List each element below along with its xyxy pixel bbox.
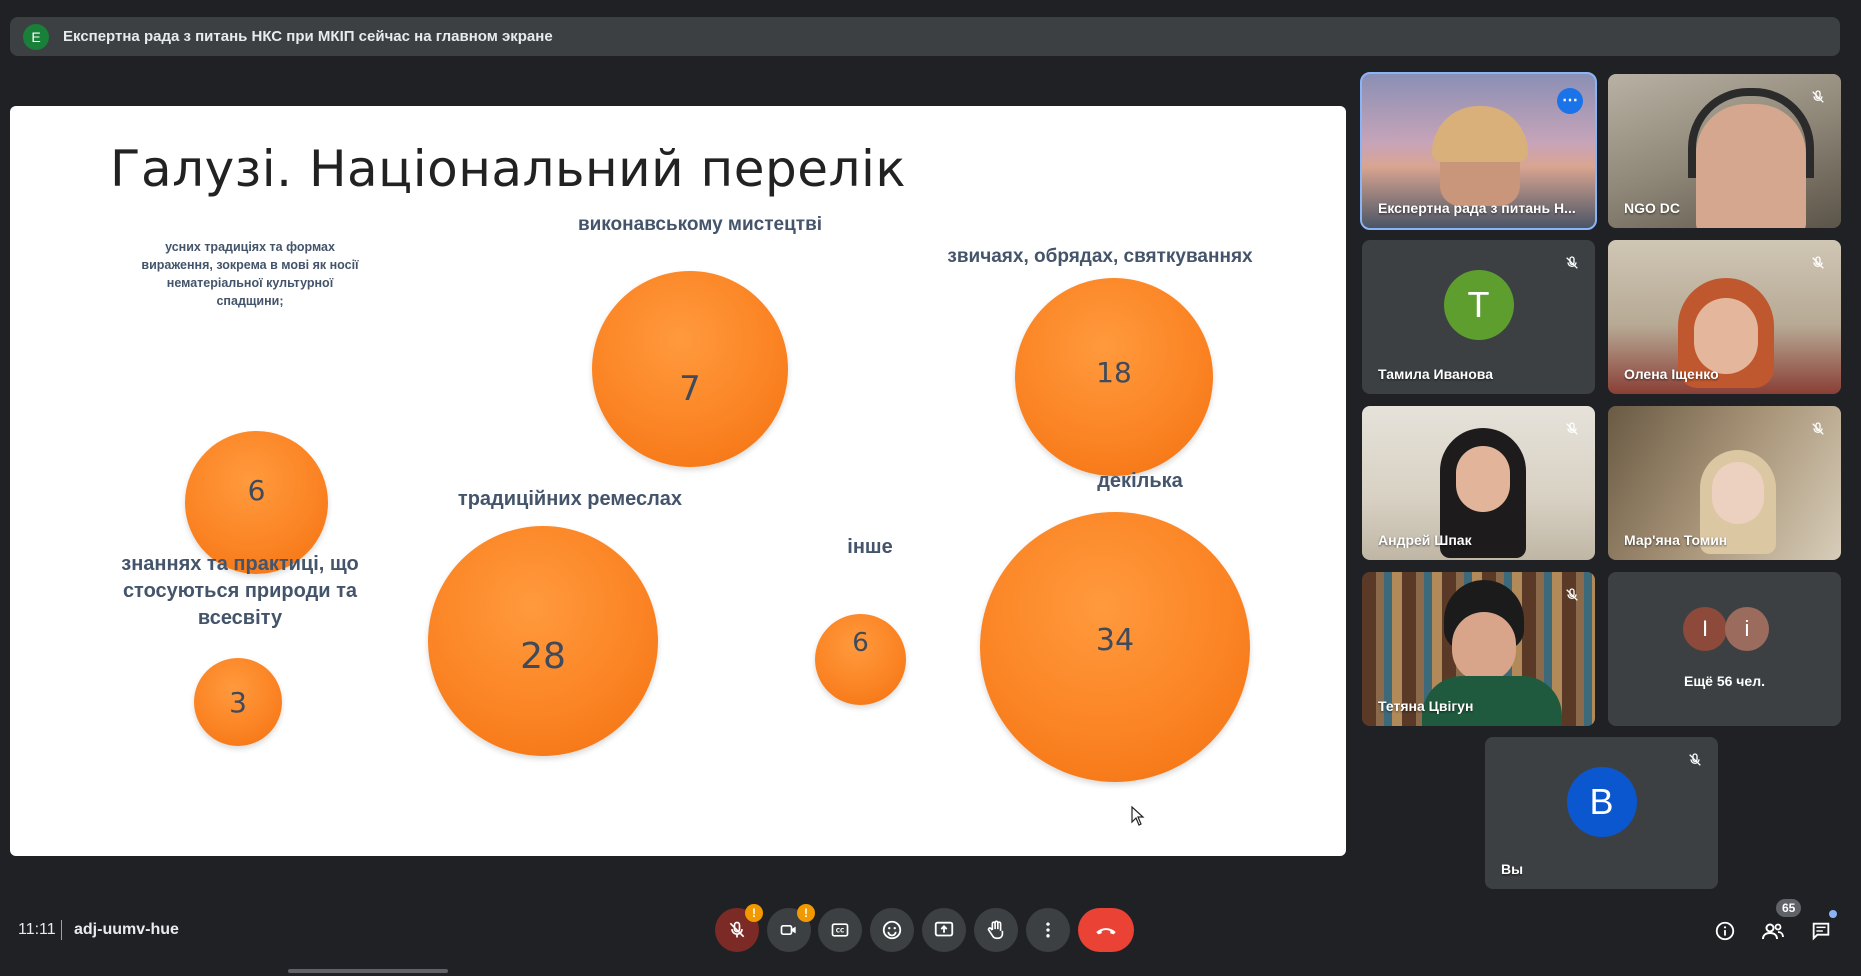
bubble-label: декілька xyxy=(1097,470,1183,492)
meeting-details-button[interactable] xyxy=(1712,918,1738,944)
bubble-value: 3 xyxy=(229,685,247,719)
divider xyxy=(61,920,62,940)
warning-icon: ! xyxy=(797,904,815,922)
people-button[interactable] xyxy=(1760,918,1786,944)
notification-dot xyxy=(1829,910,1837,918)
participant-name: Експертна рада з питань Н... xyxy=(1378,200,1576,216)
bubble: 7 xyxy=(592,271,788,467)
more-vert-icon xyxy=(1046,922,1050,938)
more-participants-tile[interactable]: I i Ещё 56 чел. xyxy=(1608,572,1841,726)
captions-icon: CC xyxy=(831,923,849,937)
svg-text:CC: CC xyxy=(836,929,845,935)
mic-off-icon xyxy=(1809,254,1827,272)
chat-icon xyxy=(1812,922,1830,941)
mic-off-icon xyxy=(1686,751,1704,769)
present-button[interactable] xyxy=(922,908,966,952)
participant-name: Андрей Шпак xyxy=(1378,532,1472,548)
person-silhouette xyxy=(1694,298,1758,374)
bubble-label: інше xyxy=(847,536,893,558)
clock: 11:11 xyxy=(18,921,56,938)
participant-name: Вы xyxy=(1501,861,1524,877)
call-controls-bar: 11:11 adj-uumv-hue ! ! CC 65 xyxy=(0,890,1861,970)
people-icon xyxy=(1762,923,1784,940)
bubble: 34 xyxy=(980,512,1250,782)
meeting-code: adj-uumv-hue xyxy=(74,921,179,938)
participant-tile[interactable]: T Тамила Иванова xyxy=(1362,240,1595,394)
mouse-cursor-icon xyxy=(1131,806,1145,826)
person-silhouette xyxy=(1712,462,1764,524)
bubble-value: 6 xyxy=(247,474,266,507)
leave-call-button[interactable] xyxy=(1078,908,1134,952)
emoji-button[interactable] xyxy=(870,908,914,952)
bubble: 6 xyxy=(815,614,906,705)
bubble-label: усних традиціях та формах вираження, зок… xyxy=(141,240,359,308)
captions-button[interactable]: CC xyxy=(818,908,862,952)
warning-icon: ! xyxy=(745,904,763,922)
self-tile[interactable]: B Вы xyxy=(1485,737,1718,889)
presentation-slide: Галузі. Національний перелік усних тради… xyxy=(10,106,1346,856)
raise-hand-icon xyxy=(987,920,1004,940)
participant-name: Тетяна Цвігун xyxy=(1378,698,1474,714)
participant-avatar: I xyxy=(1683,607,1727,651)
participant-tile[interactable]: Мар'яна Томин xyxy=(1608,406,1841,560)
camera-off-icon xyxy=(780,925,796,935)
mic-off-icon xyxy=(1809,88,1827,106)
participant-tile[interactable]: Тетяна Цвігун xyxy=(1362,572,1595,726)
bubble-value: 34 xyxy=(1095,622,1135,658)
bubble: 28 xyxy=(428,526,658,756)
mic-off-icon xyxy=(1563,254,1581,272)
participant-avatar: T xyxy=(1443,269,1514,340)
slide-title: Галузі. Національний перелік xyxy=(110,140,907,198)
participant-tile[interactable]: Олена Іщенко xyxy=(1608,240,1841,394)
mic-off-icon xyxy=(1809,420,1827,438)
info-icon xyxy=(1715,921,1735,941)
chat-button[interactable] xyxy=(1808,918,1834,944)
bubble-label: виконавському мистецтві xyxy=(577,214,823,235)
camera-toggle-button[interactable]: ! xyxy=(767,904,815,952)
scrollbar-thumb[interactable] xyxy=(288,969,448,973)
participant-name: Олена Іщенко xyxy=(1624,366,1719,382)
participant-tile[interactable]: NGO DC xyxy=(1608,74,1841,228)
emoji-icon xyxy=(882,920,902,940)
bubble-label: звичаях, обрядах, святкуваннях xyxy=(947,246,1253,267)
presenting-banner: E Експертна рада з питань НКС при МКІП с… xyxy=(10,17,1840,56)
end-call-icon xyxy=(1096,928,1116,935)
more-options-button[interactable] xyxy=(1026,908,1070,952)
person-silhouette xyxy=(1452,612,1516,682)
bubble-label: знаннях та практиці, що стосуються приро… xyxy=(121,553,359,629)
mic-off-icon xyxy=(1563,586,1581,604)
bubble-value: 18 xyxy=(1096,355,1132,389)
present-icon xyxy=(934,921,954,937)
more-participants-label: Ещё 56 чел. xyxy=(1684,673,1765,689)
mic-off-icon xyxy=(729,921,745,938)
participant-tile[interactable]: ⋯ Експертна рада з питань Н... xyxy=(1360,72,1597,230)
mic-toggle-button[interactable]: ! xyxy=(715,904,763,952)
bubble-label: традиційних ремеслах xyxy=(457,488,683,510)
bubble-value: 28 xyxy=(520,635,566,677)
bubble-value: 7 xyxy=(679,369,701,409)
participant-tile[interactable]: Андрей Шпак xyxy=(1362,406,1595,560)
participant-avatar: i xyxy=(1725,607,1769,651)
mic-off-icon xyxy=(1563,420,1581,438)
bubble: 3 xyxy=(194,658,282,746)
bubble-value: 6 xyxy=(852,627,869,658)
banner-text: Експертна рада з питань НКС при МКІП сей… xyxy=(63,28,553,45)
presenter-avatar: E xyxy=(23,23,49,50)
people-count-badge: 65 xyxy=(1776,899,1802,917)
person-silhouette xyxy=(1456,446,1510,512)
participant-name: Мар'яна Томин xyxy=(1624,532,1728,548)
self-avatar: B xyxy=(1566,767,1637,838)
participant-name: NGO DC xyxy=(1624,200,1680,216)
raise-hand-button[interactable] xyxy=(974,908,1018,952)
bubble: 18 xyxy=(1015,278,1213,476)
participant-name: Тамила Иванова xyxy=(1378,366,1494,382)
more-options-icon[interactable]: ⋯ xyxy=(1557,88,1583,114)
